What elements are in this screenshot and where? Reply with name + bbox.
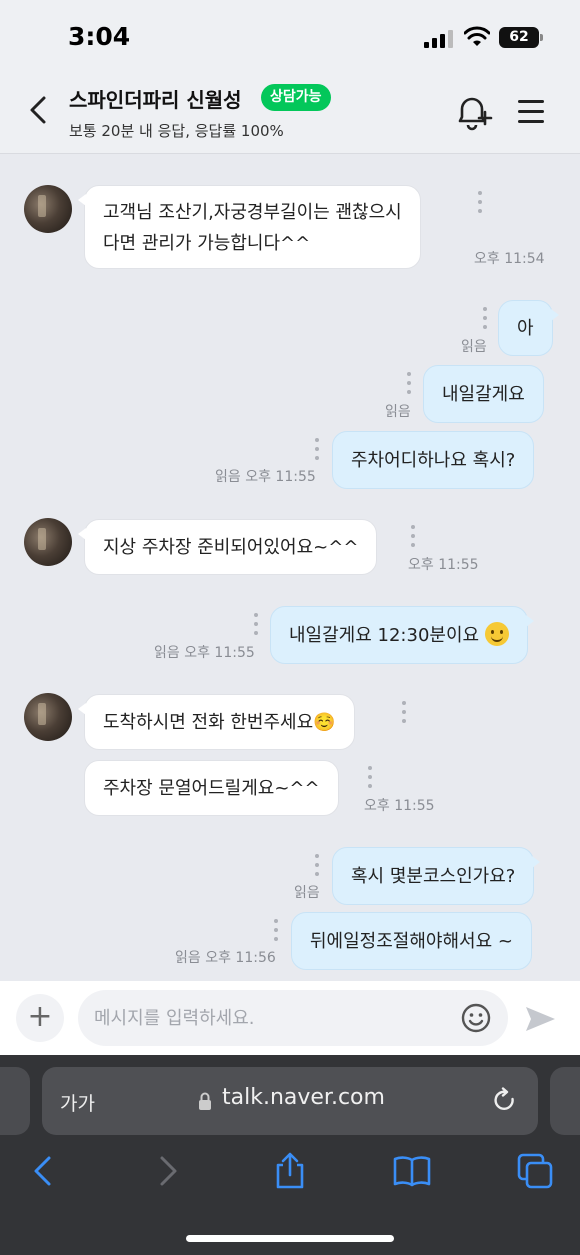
plus-icon[interactable]: + [16, 994, 64, 1042]
avatar[interactable] [24, 693, 72, 741]
message-bubble-outgoing[interactable]: 내일갈게요 12:30분이요 [270, 606, 535, 664]
chat-header: 스파인더파리 신월성 상담가능 보통 20분 내 응답, 응답률 100% [0, 70, 580, 154]
message-bubble-outgoing[interactable]: 아 [498, 300, 559, 356]
status-time: 3:04 [68, 22, 131, 51]
wifi-icon [464, 26, 490, 46]
read-status: 읽음 [294, 885, 320, 901]
message-input[interactable] [78, 990, 508, 1046]
message-text: 도착하시면 전화 한번주세요☺️ [103, 712, 336, 733]
chat-area[interactable]: 고객님 조산기,자궁경부길이는 괜찮으시 다면 관리가 가능합니다^^ 오후 1… [0, 155, 580, 980]
forward-arrow-icon[interactable] [148, 1151, 188, 1191]
status-bar: 3:04 62 [0, 0, 580, 70]
reload-icon[interactable] [492, 1087, 518, 1115]
battery-indicator: 62 [499, 27, 543, 48]
url-text: talk.naver.com [222, 1085, 385, 1110]
bell-plus-icon[interactable] [454, 92, 494, 132]
share-icon[interactable] [270, 1151, 310, 1191]
message-text: 고객님 조산기,자궁경부길이는 괜찮으시 [103, 202, 402, 223]
more-options-icon[interactable] [406, 372, 412, 396]
more-options-icon[interactable] [367, 766, 373, 790]
message-bubble-incoming[interactable]: 주차장 문열어드릴게요~^^ [84, 760, 339, 816]
response-info: 보통 20분 내 응답, 응답률 100% [69, 122, 284, 140]
more-options-icon[interactable] [273, 919, 279, 943]
read-status: 읽음 오후 11:56 [175, 950, 276, 966]
read-status: 읽음 오후 11:55 [154, 645, 255, 661]
back-arrow-icon[interactable] [23, 1151, 63, 1191]
message-text: 혹시 몇분코스인가요? [351, 866, 516, 887]
message-bubble-outgoing[interactable]: 혹시 몇분코스인가요? [332, 847, 541, 905]
avatar[interactable] [24, 518, 72, 566]
home-indicator [186, 1235, 394, 1242]
menu-button[interactable] [516, 97, 546, 127]
message-text: 내일갈게요 [442, 384, 525, 405]
text-size-button[interactable]: 가가 [60, 1089, 95, 1116]
read-status: 읽음 [461, 339, 487, 355]
message-bubble-incoming[interactable]: 고객님 조산기,자궁경부길이는 괜찮으시 다면 관리가 가능합니다^^ [78, 185, 421, 269]
message-input-bar: + [0, 981, 580, 1055]
message-bubble-incoming[interactable]: 지상 주차장 준비되어있어요~^^ [77, 519, 378, 575]
avatar[interactable] [24, 185, 72, 233]
bookmarks-icon[interactable] [392, 1151, 432, 1191]
message-time: 오후 11:55 [364, 798, 435, 814]
previous-tab-peek[interactable] [0, 1067, 30, 1135]
read-status: 읽음 오후 11:55 [215, 469, 316, 485]
browser-toolbar: 가가 talk.naver.com [0, 1055, 580, 1255]
message-text: 뒤에일정조절해야해서요 ~ [310, 931, 513, 952]
more-options-icon[interactable] [314, 438, 320, 462]
message-bubble-outgoing[interactable]: 뒤에일정조절해야해서요 ~ [291, 912, 532, 970]
chevron-left-icon[interactable] [24, 90, 54, 130]
shop-name: 스파인더파리 신월성 [69, 88, 242, 112]
more-options-icon[interactable] [314, 854, 320, 878]
message-time: 오후 11:55 [408, 557, 479, 573]
tabs-icon[interactable] [515, 1151, 555, 1191]
message-text: 아 [517, 318, 534, 339]
more-options-icon[interactable] [482, 307, 488, 331]
message-time: 오후 11:54 [474, 251, 545, 267]
smiley-icon[interactable] [460, 1002, 492, 1034]
message-text: 다면 관리가 가능합니다^^ [103, 233, 311, 254]
lock-icon [199, 1092, 211, 1110]
message-text: 지상 주차장 준비되어있어요~^^ [103, 537, 359, 558]
message-bubble-outgoing[interactable]: 주차어디하나요 혹시? [332, 431, 535, 489]
address-bar[interactable]: 가가 talk.naver.com [42, 1067, 538, 1135]
message-text: 내일갈게요 12:30분이요 [289, 625, 480, 646]
more-options-icon[interactable] [253, 613, 259, 637]
more-options-icon[interactable] [477, 191, 483, 215]
smile-emoji-icon [485, 622, 510, 646]
message-text: 주차어디하나요 혹시? [351, 450, 516, 471]
send-icon[interactable] [522, 1003, 558, 1035]
next-tab-peek[interactable] [550, 1067, 580, 1135]
more-options-icon[interactable] [410, 525, 416, 549]
message-text: 주차장 문열어드릴게요~^^ [103, 778, 320, 799]
more-options-icon[interactable] [401, 701, 407, 725]
read-status: 읽음 [385, 404, 411, 420]
signal-icon [424, 30, 454, 48]
message-bubble-incoming[interactable]: 도착하시면 전화 한번주세요☺️ [78, 694, 355, 750]
consult-status-badge: 상담가능 [261, 84, 331, 111]
message-bubble-outgoing[interactable]: 내일갈게요 [423, 365, 544, 423]
